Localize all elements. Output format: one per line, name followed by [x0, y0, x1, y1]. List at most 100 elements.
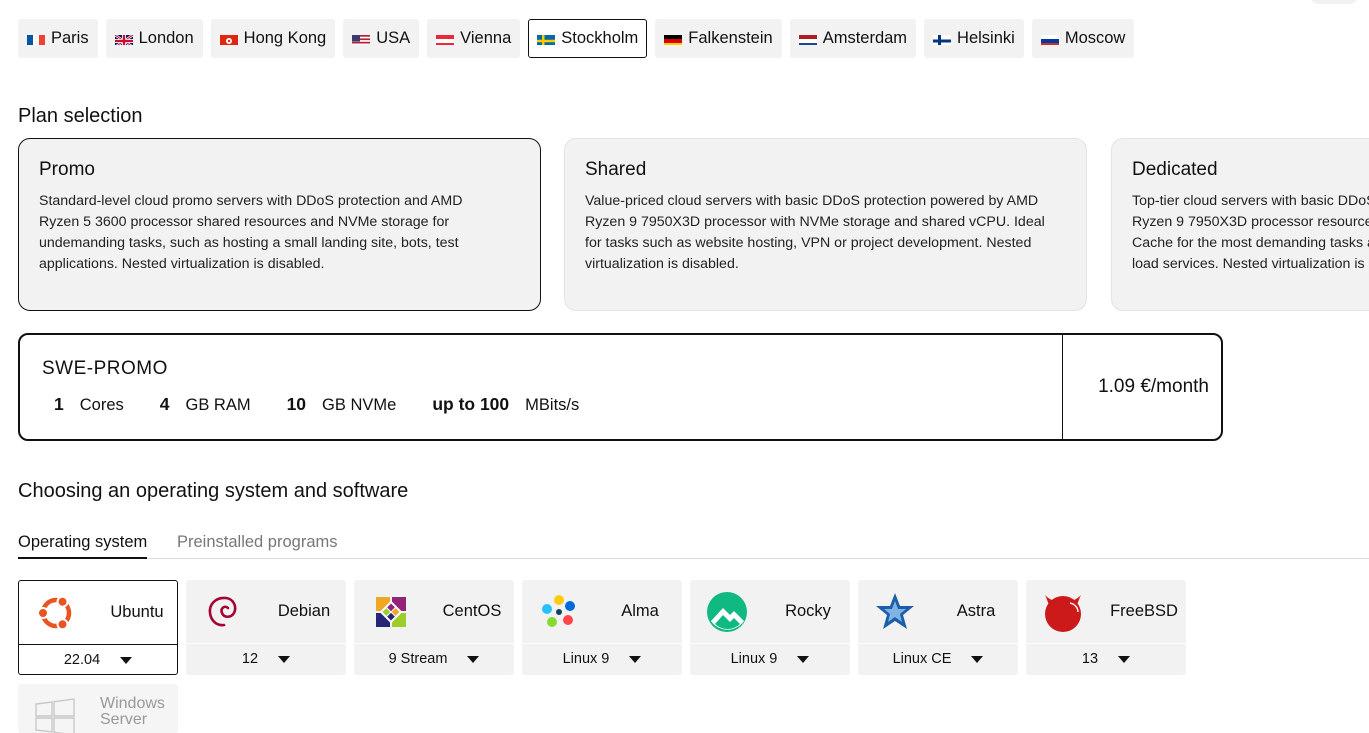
os-version-select[interactable]: Linux 9: [522, 644, 682, 674]
flag-gb-icon: [114, 33, 133, 45]
os-version: Linux 9: [562, 651, 610, 667]
os-version: 13: [1081, 651, 1099, 667]
os-version-select[interactable]: 12: [186, 644, 346, 674]
location-london[interactable]: London: [105, 19, 203, 58]
flag-fi-icon: [933, 33, 952, 45]
location-label: USA: [376, 29, 411, 47]
alma-icon: [538, 591, 580, 633]
flag-hk-icon: [219, 33, 238, 45]
plan-title: Promo: [39, 159, 95, 180]
os-version: 9 Stream: [388, 651, 448, 667]
plan-description: Top-tier cloud servers with basic DDoS p…: [1132, 193, 1369, 272]
os-version-select[interactable]: 9 Stream: [354, 644, 514, 674]
plan-description: Standard-level cloud promo servers with …: [39, 193, 463, 272]
location-label: Stockholm: [561, 29, 639, 47]
location-label: Hong Kong: [243, 29, 327, 47]
os-name: Windows Server: [100, 695, 165, 728]
plan-card-dedicated[interactable]: Dedicated Top-tier cloud servers with ba…: [1111, 138, 1369, 311]
chevron-down-icon: [120, 656, 133, 664]
location-stockholm[interactable]: Stockholm: [528, 19, 648, 58]
os-section-title: Choosing an operating system and softwar…: [18, 480, 409, 502]
os-name: FreeBSD: [1110, 602, 1178, 620]
plan-description: Value-priced cloud servers with basic DD…: [585, 193, 1045, 272]
location-amsterdam[interactable]: Amsterdam: [789, 19, 917, 58]
plan-title: Dedicated: [1132, 159, 1218, 180]
location-label: Amsterdam: [822, 29, 908, 47]
tab-preinstalled-programs[interactable]: Preinstalled programs: [177, 533, 338, 559]
os-version: 12: [241, 651, 259, 667]
plan-title: Shared: [585, 159, 647, 180]
os-card-debian[interactable]: Debian 12: [186, 580, 346, 675]
chevron-down-icon: [629, 655, 642, 663]
tariff-price: 1.09 €/month: [1098, 376, 1209, 397]
location-label: Vienna: [460, 29, 512, 47]
os-name: Debian: [277, 602, 331, 620]
location-label: Paris: [51, 29, 89, 47]
flag-fr-icon: [27, 33, 45, 45]
os-version: Linux CE: [892, 651, 952, 667]
tariff-option[interactable]: SWE-PROMO 1 Cores 4 GB RAM 10 GB NVMe up to…: [18, 333, 1223, 441]
chevron-down-icon: [971, 655, 984, 663]
flag-us-icon: [352, 33, 371, 45]
os-card-centos[interactable]: CentOS 9 Stream: [354, 580, 514, 675]
spec-ram: 4 GB RAM: [159, 394, 251, 414]
os-name: Ubuntu: [110, 603, 164, 621]
flag-nl-icon: [798, 33, 817, 45]
tariff-details: SWE-PROMO 1 Cores 4 GB RAM 10 GB NVMe up to…: [20, 335, 1063, 439]
spec-speed: up to 100 MBits/s: [432, 394, 580, 414]
freebsd-icon: [1042, 591, 1084, 633]
os-card-astra[interactable]: Astra Linux CE: [858, 580, 1018, 675]
flag-se-icon: [537, 33, 556, 45]
os-card-windows-server[interactable]: Windows Server: [18, 684, 178, 733]
tariff-name: SWE-PROMO: [42, 358, 168, 379]
tab-operating-system[interactable]: Operating system: [18, 533, 148, 559]
spec-cores: 1 Cores: [54, 394, 124, 414]
plan-card-promo[interactable]: Promo Standard-level cloud promo servers…: [18, 138, 541, 311]
location-label: London: [138, 29, 194, 47]
location-usa[interactable]: USA: [343, 19, 420, 58]
os-card-rocky[interactable]: Rocky Linux 9: [690, 580, 850, 675]
os-version-select[interactable]: Linux CE: [858, 644, 1018, 674]
location-paris[interactable]: Paris: [18, 19, 98, 58]
location-hong-kong[interactable]: Hong Kong: [210, 19, 336, 58]
tariff-specs: 1 Cores 4 GB RAM 10 GB NVMe up to 100 MBits/…: [42, 394, 1040, 415]
chevron-down-icon: [278, 655, 291, 663]
os-version: 22.04: [63, 652, 101, 668]
os-card-ubuntu[interactable]: Ubuntu 22.04: [18, 580, 178, 675]
flag-de-icon: [664, 33, 683, 45]
os-version: Linux 9: [730, 651, 778, 667]
location-moscow[interactable]: Moscow: [1031, 19, 1135, 58]
os-name: CentOS: [442, 602, 502, 620]
chevron-down-icon: [797, 655, 810, 663]
os-tabs: Operating system Preinstalled programs: [18, 533, 1369, 559]
plan-section-title: Plan selection: [18, 105, 143, 127]
flag-at-icon: [436, 33, 455, 45]
os-name: Astra: [956, 602, 996, 620]
os-card-freebsd[interactable]: FreeBSD 13: [1026, 580, 1186, 675]
ubuntu-icon: [35, 592, 77, 634]
plan-card-shared[interactable]: Shared Value-priced cloud servers with b…: [564, 138, 1087, 311]
location-vienna[interactable]: Vienna: [427, 19, 521, 58]
os-version-select[interactable]: 22.04: [19, 645, 177, 675]
os-version-select[interactable]: Linux 9: [690, 644, 850, 674]
chevron-down-icon: [467, 655, 480, 663]
chevron-down-icon: [1118, 655, 1131, 663]
os-name: Alma: [621, 602, 659, 620]
os-version-select[interactable]: 13: [1026, 644, 1186, 674]
location-falkenstein[interactable]: Falkenstein: [655, 19, 782, 58]
rocky-icon: [706, 591, 748, 633]
spec-disk: 10 GB NVMe: [286, 394, 397, 414]
centos-icon: [370, 591, 412, 633]
top-pill: [1310, 0, 1358, 4]
location-label: Falkenstein: [688, 29, 773, 47]
windows-icon: [34, 696, 76, 733]
os-card-alma[interactable]: Alma Linux 9: [522, 580, 682, 675]
location-label: Helsinki: [957, 29, 1015, 47]
location-label: Moscow: [1064, 29, 1126, 47]
flag-ru-icon: [1040, 33, 1059, 45]
location-selector: Paris London Hong Kong USA Vienna Stockh…: [18, 19, 1135, 58]
astra-icon: [874, 591, 916, 633]
debian-icon: [202, 591, 244, 633]
location-helsinki[interactable]: Helsinki: [924, 19, 1024, 58]
os-name: Rocky: [785, 602, 831, 620]
